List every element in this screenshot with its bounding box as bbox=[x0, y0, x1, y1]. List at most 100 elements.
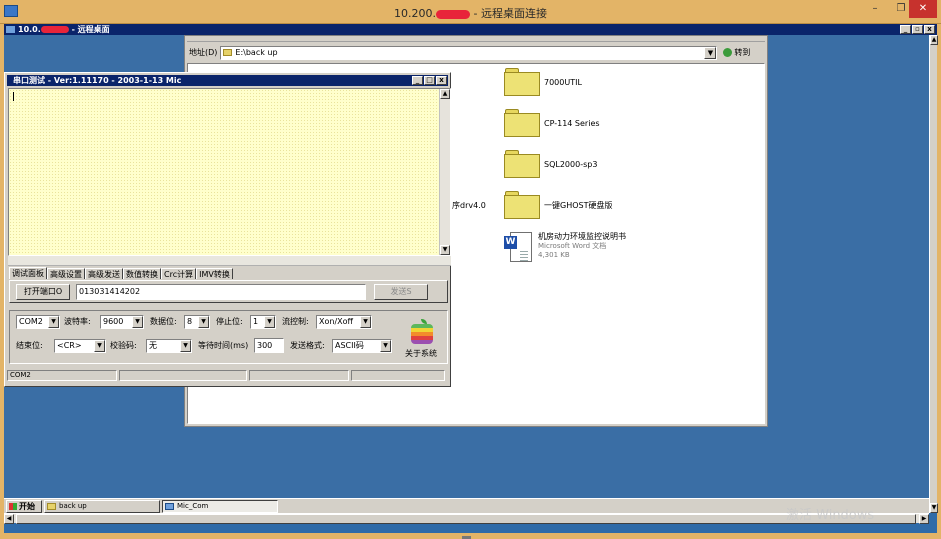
scroll-down-icon[interactable]: ▼ bbox=[440, 245, 450, 255]
status-port: COM2 bbox=[7, 370, 117, 381]
flow-select[interactable]: Xon/Xoff ▼ bbox=[316, 315, 372, 329]
address-input[interactable]: E:\back up ▼ bbox=[220, 45, 718, 60]
scroll-up-icon[interactable]: ▲ bbox=[930, 35, 938, 45]
chevron-down-icon[interactable]: ▼ bbox=[360, 316, 371, 328]
receive-scrollbar[interactable]: ▲ ▼ bbox=[439, 89, 450, 255]
scroll-thumb[interactable] bbox=[16, 514, 916, 524]
endbit-select[interactable]: <CR> ▼ bbox=[54, 339, 106, 353]
redacted-mark bbox=[436, 9, 471, 19]
windows-flag-icon bbox=[9, 503, 17, 510]
list-item[interactable]: 一键GHOST硬盘版 bbox=[504, 191, 612, 219]
port-select[interactable]: COM2 ▼ bbox=[16, 315, 60, 329]
status-pane bbox=[249, 370, 349, 381]
tab-value-conversion[interactable]: 数值转换 bbox=[123, 268, 161, 279]
remote-desktop-titlebar: 10.0. - 远程桌面 _ ▫ x bbox=[4, 24, 937, 35]
taskbar-item-back-up[interactable]: back up bbox=[44, 500, 160, 513]
rainbow-apple-icon[interactable] bbox=[411, 319, 433, 346]
list-item[interactable]: 序drv4.0 bbox=[452, 200, 486, 211]
tab-crc-calc[interactable]: Crc计算 bbox=[161, 268, 197, 279]
task-label: back up bbox=[59, 502, 87, 510]
flow-value: Xon/Xoff bbox=[319, 317, 354, 326]
scroll-left-icon[interactable]: ◀ bbox=[4, 514, 14, 524]
explorer-toolbar bbox=[187, 36, 765, 42]
item-label: 一键GHOST硬盘版 bbox=[544, 200, 613, 210]
debug-panel: 打开端口O 013031414202 发送S bbox=[9, 280, 448, 303]
maximize-button[interactable]: □ bbox=[424, 76, 435, 85]
baud-label: 波特率: bbox=[64, 317, 91, 326]
address-value: E:\back up bbox=[235, 47, 278, 57]
open-port-button[interactable]: 打开端口O bbox=[16, 284, 70, 300]
folder-icon bbox=[504, 150, 540, 178]
minimize-button[interactable]: _ bbox=[412, 76, 423, 85]
chevron-down-icon[interactable]: ▼ bbox=[198, 316, 209, 328]
taskbar-item-mic-com[interactable]: Mic_Com bbox=[162, 500, 278, 513]
parity-value: 无 bbox=[149, 341, 157, 350]
scroll-right-icon[interactable]: ▶ bbox=[919, 514, 929, 524]
chevron-down-icon[interactable]: ▼ bbox=[48, 316, 59, 328]
item-label: 7000UTIL bbox=[544, 77, 582, 87]
list-item[interactable]: 7000UTIL bbox=[504, 68, 582, 96]
desktop-vertical-scrollbar[interactable]: ▲ ▼ bbox=[929, 35, 938, 513]
computer-icon bbox=[165, 503, 174, 510]
about-button[interactable]: 关于系统 bbox=[405, 347, 437, 361]
remote-title-host: 10.0. bbox=[18, 25, 41, 34]
list-item[interactable]: SQL2000-sp3 bbox=[504, 150, 597, 178]
chevron-down-icon[interactable]: ▼ bbox=[180, 340, 191, 352]
list-item[interactable]: CP-114 Series bbox=[504, 109, 600, 137]
chevron-down-icon[interactable]: ▼ bbox=[94, 340, 105, 352]
close-button[interactable]: x bbox=[924, 25, 935, 34]
chevron-down-icon[interactable]: ▼ bbox=[132, 316, 143, 328]
item-label: CP-114 Series bbox=[544, 118, 600, 128]
wait-input[interactable]: 300 bbox=[254, 338, 284, 353]
scroll-up-icon[interactable]: ▲ bbox=[440, 89, 450, 99]
rdp-titlebar: 10.200. - 远程桌面连接 – ❐ ✕ bbox=[0, 0, 941, 24]
folder-icon bbox=[504, 68, 540, 96]
item-label: 序drv4.0 bbox=[452, 201, 486, 210]
document-name: 机房动力环境监控说明书 bbox=[538, 232, 626, 241]
stopbits-label: 停止位: bbox=[216, 317, 243, 326]
receive-textarea[interactable]: ▲ ▼ bbox=[8, 88, 451, 256]
minimize-button[interactable]: – bbox=[862, 0, 888, 18]
tab-advanced-settings[interactable]: 高级设置 bbox=[47, 268, 85, 279]
scroll-down-icon[interactable]: ▼ bbox=[930, 503, 938, 513]
minimize-button[interactable]: _ bbox=[900, 25, 911, 34]
stopbits-select[interactable]: 1 ▼ bbox=[250, 315, 276, 329]
chevron-down-icon[interactable]: ▼ bbox=[264, 316, 275, 328]
list-item[interactable]: W 机房动力环境监控说明书 Microsoft Word 文档 4,301 KB bbox=[504, 232, 626, 264]
folder-icon bbox=[223, 48, 233, 56]
chevron-down-icon[interactable]: ▼ bbox=[380, 340, 391, 352]
serial-title-text: 串口测试 - Ver:1.11170 - 2003-1-13 Mic bbox=[13, 76, 182, 85]
splitter[interactable] bbox=[8, 256, 451, 266]
go-button[interactable]: 转到 bbox=[720, 46, 753, 60]
tab-debug-panel[interactable]: 调试面板 bbox=[9, 267, 47, 279]
baud-value: 9600 bbox=[103, 317, 124, 326]
restore-button[interactable]: ▫ bbox=[912, 25, 923, 34]
chevron-down-icon[interactable]: ▼ bbox=[704, 46, 717, 59]
address-bar: 地址(D) E:\back up ▼ 转到 bbox=[187, 44, 765, 61]
databits-select[interactable]: 8 ▼ bbox=[184, 315, 210, 329]
serial-window-title: 串口测试 - Ver:1.11170 - 2003-1-13 Mic _ □ x bbox=[7, 75, 448, 86]
serial-tool-window: 串口测试 - Ver:1.11170 - 2003-1-13 Mic _ □ x… bbox=[4, 72, 451, 387]
task-label: Mic_Com bbox=[177, 502, 209, 510]
close-button[interactable]: ✕ bbox=[909, 0, 937, 18]
endbit-label: 结束位: bbox=[16, 341, 43, 350]
send-text-input[interactable]: 013031414202 bbox=[76, 284, 366, 300]
document-type: Microsoft Word 文档 bbox=[538, 242, 607, 250]
text-caret bbox=[13, 92, 14, 101]
tab-advanced-send[interactable]: 高级发送 bbox=[85, 268, 123, 279]
go-label: 转到 bbox=[734, 47, 751, 57]
send-button[interactable]: 发送S bbox=[374, 284, 428, 300]
word-document-icon: W bbox=[504, 232, 534, 264]
baud-select[interactable]: 9600 ▼ bbox=[100, 315, 144, 329]
folder-icon bbox=[47, 503, 56, 510]
status-pane bbox=[351, 370, 445, 381]
folder-icon bbox=[504, 191, 540, 219]
flow-label: 流控制: bbox=[282, 317, 309, 326]
send-format-select[interactable]: ASCII码 ▼ bbox=[332, 339, 392, 353]
close-button[interactable]: x bbox=[436, 76, 447, 85]
computer-icon bbox=[6, 26, 15, 33]
activation-watermark: 激活 Windows bbox=[786, 508, 875, 523]
start-button[interactable]: 开始 bbox=[6, 500, 42, 513]
parity-select[interactable]: 无 ▼ bbox=[146, 339, 192, 353]
tab-imv-conversion[interactable]: IMV转换 bbox=[196, 268, 233, 279]
